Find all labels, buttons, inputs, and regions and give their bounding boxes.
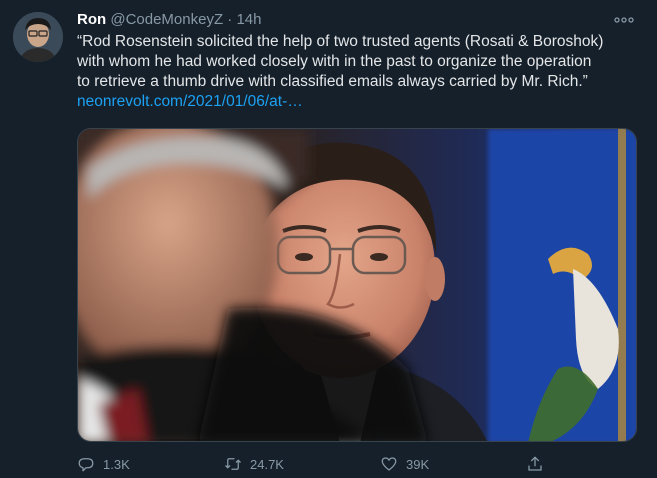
tweet-text-line: “Rod Rosenstein solicited the help of tw…	[77, 33, 604, 50]
retweet-icon	[225, 458, 241, 470]
more-options-button[interactable]	[611, 12, 637, 28]
retweet-button[interactable]: 24.7K	[224, 452, 284, 476]
reply-icon	[78, 458, 94, 472]
tweet-photo[interactable]	[77, 128, 637, 442]
tweet-actions: 1.3K 24.7K 39K	[77, 452, 637, 476]
tweet-text-line: to retrieve a thumb drive with classifie…	[77, 73, 588, 90]
user-handle[interactable]: @CodeMonkeyZ	[110, 11, 223, 28]
tweet-text: “Rod Rosenstein solicited the help of tw…	[77, 32, 642, 112]
like-button[interactable]: 39K	[380, 452, 429, 476]
share-button[interactable]	[526, 452, 552, 476]
avatar-image	[13, 12, 63, 62]
retweet-count: 24.7K	[250, 456, 284, 472]
separator-dot: ·	[227, 11, 233, 28]
like-count: 39K	[406, 456, 430, 472]
display-name[interactable]: Ron	[77, 11, 106, 28]
tweet-header: Ron @CodeMonkeyZ · 14h	[77, 10, 647, 30]
share-icon	[528, 456, 542, 471]
heart-icon	[381, 457, 397, 471]
photo-image	[78, 129, 636, 441]
tweet-timestamp[interactable]: 14h	[236, 11, 261, 28]
tweet-text-line: with whom he had worked closely with in …	[77, 53, 592, 70]
more-icon	[614, 17, 634, 23]
reply-button[interactable]: 1.3K	[77, 452, 130, 476]
tweet-link[interactable]: neonrevolt.com/2021/01/06/at-…	[77, 93, 303, 110]
avatar[interactable]	[13, 12, 63, 62]
tweet-body: Ron @CodeMonkeyZ · 14h “Rod Rosenstein s…	[77, 10, 647, 112]
reply-count: 1.3K	[103, 456, 130, 472]
